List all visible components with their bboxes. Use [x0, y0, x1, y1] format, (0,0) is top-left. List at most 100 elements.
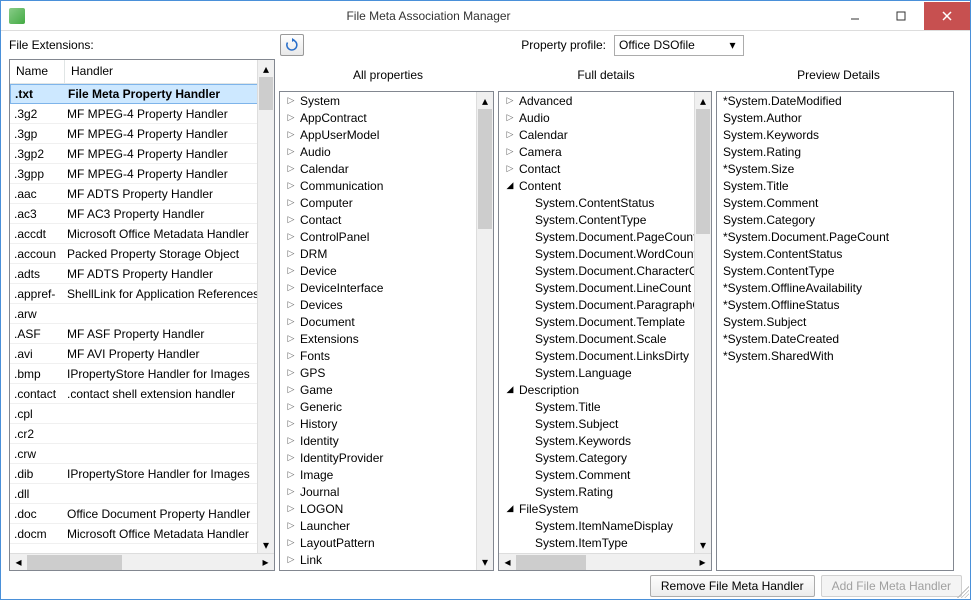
list-item[interactable]: System.ContentType — [717, 262, 953, 279]
collapse-icon[interactable]: ◢ — [503, 502, 517, 516]
list-item[interactable]: *System.OfflineAvailability — [717, 279, 953, 296]
tree-node[interactable]: ▷AppContract — [280, 109, 476, 126]
tree-node[interactable]: ▷Extensions — [280, 330, 476, 347]
table-row[interactable]: .aviMF AVI Property Handler — [10, 344, 274, 364]
scroll-down-icon[interactable]: ▾ — [258, 536, 274, 553]
expand-icon[interactable]: ▷ — [284, 349, 298, 363]
scrollbar-horizontal[interactable]: ◂ ▸ — [499, 553, 711, 570]
scroll-thumb-h[interactable] — [516, 555, 586, 570]
scroll-up-icon[interactable]: ▴ — [695, 92, 711, 109]
table-row[interactable]: .accounPacked Property Storage Object — [10, 244, 274, 264]
scroll-thumb[interactable] — [478, 109, 492, 229]
scroll-right-icon[interactable]: ▸ — [257, 554, 274, 570]
expand-icon[interactable]: ▷ — [284, 519, 298, 533]
expand-icon[interactable]: ▷ — [284, 128, 298, 142]
tree-node[interactable]: ◢FileSystem — [499, 500, 694, 517]
expand-icon[interactable]: ▷ — [284, 162, 298, 176]
scroll-left-icon[interactable]: ◂ — [10, 554, 27, 570]
tree-leaf[interactable]: System.Category — [499, 449, 694, 466]
tree-node[interactable]: ▷AppUserModel — [280, 126, 476, 143]
close-button[interactable] — [924, 2, 970, 30]
expand-icon[interactable]: ▷ — [284, 230, 298, 244]
expand-icon[interactable]: ▷ — [503, 162, 517, 176]
table-row[interactable]: .txtFile Meta Property Handler — [10, 84, 274, 104]
scrollbar-horizontal[interactable]: ◂ ▸ — [10, 553, 274, 570]
tree-leaf[interactable]: System.Rating — [499, 483, 694, 500]
tree-node[interactable]: ▷Calendar — [499, 126, 694, 143]
expand-icon[interactable]: ▷ — [284, 468, 298, 482]
tree-node[interactable]: ▷DRM — [280, 245, 476, 262]
table-row[interactable]: .appref-ShellLink for Application Refere… — [10, 284, 274, 304]
tree-node[interactable]: ▷Devices — [280, 296, 476, 313]
remove-handler-button[interactable]: Remove File Meta Handler — [650, 575, 815, 597]
scroll-right-icon[interactable]: ▸ — [694, 554, 711, 570]
tree-node[interactable]: ◢Description — [499, 381, 694, 398]
list-item[interactable]: *System.DateModified — [717, 92, 953, 109]
resize-grip[interactable] — [957, 586, 969, 598]
profile-combo[interactable]: Office DSOfile ▾ — [614, 35, 744, 56]
tree-leaf[interactable]: System.ContentStatus — [499, 194, 694, 211]
tree-leaf[interactable]: System.Language — [499, 364, 694, 381]
tree-node[interactable]: ▷Contact — [280, 211, 476, 228]
expand-icon[interactable]: ▷ — [503, 145, 517, 159]
collapse-icon[interactable]: ◢ — [503, 179, 517, 193]
tree-node[interactable]: ▷Audio — [280, 143, 476, 160]
minimize-button[interactable] — [832, 2, 878, 30]
scroll-down-icon[interactable]: ▾ — [695, 536, 711, 553]
tree-node[interactable]: ▷Fonts — [280, 347, 476, 364]
scroll-up-icon[interactable]: ▴ — [258, 60, 274, 77]
table-row[interactable]: .cr2 — [10, 424, 274, 444]
expand-icon[interactable]: ▷ — [284, 553, 298, 567]
table-row[interactable]: .3gp2MF MPEG-4 Property Handler — [10, 144, 274, 164]
expand-icon[interactable]: ▷ — [503, 94, 517, 108]
tree-leaf[interactable]: System.Title — [499, 398, 694, 415]
tree-node[interactable]: ▷Journal — [280, 483, 476, 500]
tree-node[interactable]: ▷Identity — [280, 432, 476, 449]
maximize-button[interactable] — [878, 2, 924, 30]
table-row[interactable]: .adtsMF ADTS Property Handler — [10, 264, 274, 284]
tree-node[interactable]: ▷History — [280, 415, 476, 432]
table-row[interactable]: .3gpMF MPEG-4 Property Handler — [10, 124, 274, 144]
refresh-button[interactable] — [280, 34, 304, 56]
list-item[interactable]: System.Author — [717, 109, 953, 126]
table-row[interactable]: .ac3MF AC3 Property Handler — [10, 204, 274, 224]
table-row[interactable]: .docOffice Document Property Handler — [10, 504, 274, 524]
table-row[interactable]: .aacMF ADTS Property Handler — [10, 184, 274, 204]
tree-leaf[interactable]: System.Comment — [499, 466, 694, 483]
tree-node[interactable]: ▷IdentityProvider — [280, 449, 476, 466]
expand-icon[interactable]: ▷ — [284, 366, 298, 380]
tree-leaf[interactable]: System.ContentType — [499, 211, 694, 228]
tree-node[interactable]: ▷Image — [280, 466, 476, 483]
tree-leaf[interactable]: System.Document.WordCount — [499, 245, 694, 262]
tree-node[interactable]: ▷ControlPanel — [280, 228, 476, 245]
expand-icon[interactable]: ▷ — [503, 111, 517, 125]
tree-node[interactable]: ▷LzhFolder — [280, 568, 476, 570]
tree-leaf[interactable]: System.Document.CharacterCount — [499, 262, 694, 279]
table-row[interactable]: .docmMicrosoft Office Metadata Handler — [10, 524, 274, 544]
expand-icon[interactable]: ▷ — [284, 281, 298, 295]
scroll-thumb[interactable] — [259, 77, 273, 110]
expand-icon[interactable]: ▷ — [284, 451, 298, 465]
list-item[interactable]: *System.DateCreated — [717, 330, 953, 347]
tree-leaf[interactable]: System.Document.Scale — [499, 330, 694, 347]
table-row[interactable]: .dll — [10, 484, 274, 504]
tree-node[interactable]: ▷System — [280, 92, 476, 109]
list-item[interactable]: System.ContentStatus — [717, 245, 953, 262]
tree-node[interactable]: ◢Content — [499, 177, 694, 194]
list-item[interactable]: System.Rating — [717, 143, 953, 160]
table-row[interactable]: .dibIPropertyStore Handler for Images — [10, 464, 274, 484]
tree-node[interactable]: ▷Communication — [280, 177, 476, 194]
expand-icon[interactable]: ▷ — [284, 383, 298, 397]
scroll-thumb[interactable] — [696, 109, 710, 234]
expand-icon[interactable]: ▷ — [284, 434, 298, 448]
tree-node[interactable]: ▷LOGON — [280, 500, 476, 517]
table-row[interactable]: .contact.contact shell extension handler — [10, 384, 274, 404]
list-item[interactable]: System.Subject — [717, 313, 953, 330]
list-item[interactable]: System.Comment — [717, 194, 953, 211]
expand-icon[interactable]: ▷ — [284, 247, 298, 261]
expand-icon[interactable]: ▷ — [284, 315, 298, 329]
expand-icon[interactable]: ▷ — [284, 298, 298, 312]
collapse-icon[interactable]: ◢ — [503, 383, 517, 397]
table-row[interactable]: .bmpIPropertyStore Handler for Images — [10, 364, 274, 384]
tree-leaf[interactable]: System.Document.ParagraphCount — [499, 296, 694, 313]
